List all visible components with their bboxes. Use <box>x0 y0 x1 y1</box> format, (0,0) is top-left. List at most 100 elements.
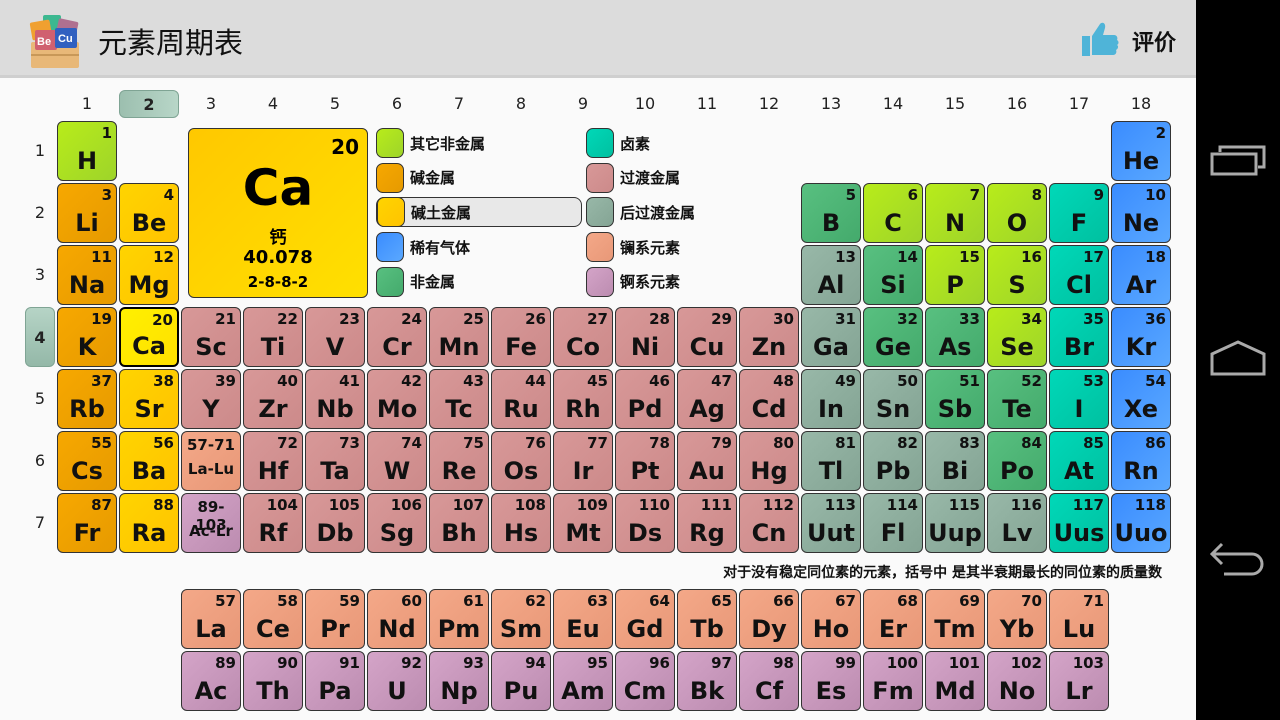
element-cell-bh[interactable]: 107 Bh <box>429 493 489 553</box>
element-cell-sm[interactable]: 62 Sm <box>491 589 551 649</box>
element-cell-ho[interactable]: 67 Ho <box>801 589 861 649</box>
element-cell-ac-lr[interactable]: 89-103 Ac-Lr <box>181 493 241 553</box>
element-cell-ba[interactable]: 56 Ba <box>119 431 179 491</box>
element-cell-s[interactable]: 16 S <box>987 245 1047 305</box>
element-cell-c[interactable]: 6C <box>863 183 923 243</box>
group-header-7[interactable]: 7 <box>429 90 489 118</box>
element-cell-ti[interactable]: 22 Ti <box>243 307 303 367</box>
element-cell-lr[interactable]: 103 Lr <box>1049 651 1109 711</box>
element-cell-cs[interactable]: 55 Cs <box>57 431 117 491</box>
element-cell-ne[interactable]: 10 Ne <box>1111 183 1171 243</box>
period-header-4[interactable]: 4 <box>25 307 55 367</box>
element-cell-pa[interactable]: 91 Pa <box>305 651 365 711</box>
element-cell-rb[interactable]: 37 Rb <box>57 369 117 429</box>
element-cell-ta[interactable]: 73 Ta <box>305 431 365 491</box>
period-header-2[interactable]: 2 <box>25 183 55 243</box>
element-cell-rg[interactable]: 111 Rg <box>677 493 737 553</box>
element-cell-in[interactable]: 49 In <box>801 369 861 429</box>
element-cell-lv[interactable]: 116 Lv <box>987 493 1047 553</box>
element-cell-f[interactable]: 9F <box>1049 183 1109 243</box>
element-cell-ca[interactable]: 20 Ca <box>119 307 179 367</box>
group-header-15[interactable]: 15 <box>925 90 985 118</box>
element-cell-as[interactable]: 33 As <box>925 307 985 367</box>
element-cell-sr[interactable]: 38 Sr <box>119 369 179 429</box>
group-header-17[interactable]: 17 <box>1049 90 1109 118</box>
element-cell-yb[interactable]: 70 Yb <box>987 589 1047 649</box>
group-header-3[interactable]: 3 <box>181 90 241 118</box>
element-cell-rf[interactable]: 104 Rf <box>243 493 303 553</box>
element-cell-sb[interactable]: 51 Sb <box>925 369 985 429</box>
element-cell-cm[interactable]: 96 Cm <box>615 651 675 711</box>
element-cell-pm[interactable]: 61 Pm <box>429 589 489 649</box>
element-cell-ga[interactable]: 31 Ga <box>801 307 861 367</box>
element-cell-ru[interactable]: 44 Ru <box>491 369 551 429</box>
element-cell-rn[interactable]: 86 Rn <box>1111 431 1171 491</box>
group-header-9[interactable]: 9 <box>553 90 613 118</box>
group-header-10[interactable]: 10 <box>615 90 675 118</box>
element-cell-pr[interactable]: 59 Pr <box>305 589 365 649</box>
group-header-1[interactable]: 1 <box>57 90 117 118</box>
legend-item-ae[interactable]: 碱土金属 <box>376 197 582 228</box>
element-cell-zr[interactable]: 40 Zr <box>243 369 303 429</box>
element-cell-fr[interactable]: 87 Fr <box>57 493 117 553</box>
legend-item-ac[interactable]: 锕系元素 <box>586 266 680 297</box>
element-cell-k[interactable]: 19 K <box>57 307 117 367</box>
element-cell-tb[interactable]: 65 Tb <box>677 589 737 649</box>
element-cell-mo[interactable]: 42 Mo <box>367 369 427 429</box>
element-cell-tl[interactable]: 81 Tl <box>801 431 861 491</box>
element-cell-os[interactable]: 76 Os <box>491 431 551 491</box>
period-header-3[interactable]: 3 <box>25 245 55 305</box>
element-cell-cl[interactable]: 17 Cl <box>1049 245 1109 305</box>
element-cell-nd[interactable]: 60 Nd <box>367 589 427 649</box>
element-cell-he[interactable]: 2 He <box>1111 121 1171 181</box>
element-cell-n[interactable]: 7N <box>925 183 985 243</box>
element-cell-po[interactable]: 84 Po <box>987 431 1047 491</box>
element-cell-sc[interactable]: 21 Sc <box>181 307 241 367</box>
group-header-18[interactable]: 18 <box>1111 90 1171 118</box>
element-cell-cn[interactable]: 112 Cn <box>739 493 799 553</box>
legend-item-tm[interactable]: 过渡金属 <box>586 162 680 193</box>
element-cell-gd[interactable]: 64 Gd <box>615 589 675 649</box>
period-header-7[interactable]: 7 <box>25 493 55 553</box>
element-cell-au[interactable]: 79 Au <box>677 431 737 491</box>
recent-apps-button[interactable] <box>1208 135 1268 185</box>
rate-button[interactable]: 评价 <box>1080 20 1176 62</box>
group-header-14[interactable]: 14 <box>863 90 923 118</box>
element-cell-co[interactable]: 27 Co <box>553 307 613 367</box>
element-cell-dy[interactable]: 66 Dy <box>739 589 799 649</box>
element-cell-se[interactable]: 34 Se <box>987 307 1047 367</box>
element-cell-er[interactable]: 68 Er <box>863 589 923 649</box>
element-cell-cf[interactable]: 98 Cf <box>739 651 799 711</box>
element-cell-es[interactable]: 99 Es <box>801 651 861 711</box>
group-header-12[interactable]: 12 <box>739 90 799 118</box>
element-cell-rh[interactable]: 45 Rh <box>553 369 613 429</box>
element-cell-sg[interactable]: 106 Sg <box>367 493 427 553</box>
group-header-16[interactable]: 16 <box>987 90 1047 118</box>
group-header-2[interactable]: 2 <box>119 90 179 118</box>
element-cell-at[interactable]: 85 At <box>1049 431 1109 491</box>
legend-item-on[interactable]: 其它非金属 <box>376 128 485 158</box>
legend-item-pt[interactable]: 后过渡金属 <box>586 197 695 228</box>
element-cell-cr[interactable]: 24 Cr <box>367 307 427 367</box>
group-header-5[interactable]: 5 <box>305 90 365 118</box>
element-cell-bi[interactable]: 83 Bi <box>925 431 985 491</box>
element-cell-be[interactable]: 4 Be <box>119 183 179 243</box>
group-header-6[interactable]: 6 <box>367 90 427 118</box>
element-cell-hg[interactable]: 80 Hg <box>739 431 799 491</box>
legend-item-nm[interactable]: 非金属 <box>376 266 455 297</box>
element-cell-np[interactable]: 93 Np <box>429 651 489 711</box>
element-cell-i[interactable]: 53 I <box>1049 369 1109 429</box>
element-cell-db[interactable]: 105 Db <box>305 493 365 553</box>
element-cell-tm[interactable]: 69 Tm <box>925 589 985 649</box>
element-cell-zn[interactable]: 30 Zn <box>739 307 799 367</box>
group-header-11[interactable]: 11 <box>677 90 737 118</box>
element-cell-sn[interactable]: 50 Sn <box>863 369 923 429</box>
element-cell-xe[interactable]: 54 Xe <box>1111 369 1171 429</box>
period-header-1[interactable]: 1 <box>25 121 55 181</box>
element-cell-eu[interactable]: 63 Eu <box>553 589 613 649</box>
element-cell-kr[interactable]: 36 Kr <box>1111 307 1171 367</box>
element-cell-mt[interactable]: 109 Mt <box>553 493 613 553</box>
legend-item-ln[interactable]: 镧系元素 <box>586 232 680 263</box>
element-cell-uut[interactable]: 113 Uut <box>801 493 861 553</box>
element-cell-pu[interactable]: 94 Pu <box>491 651 551 711</box>
